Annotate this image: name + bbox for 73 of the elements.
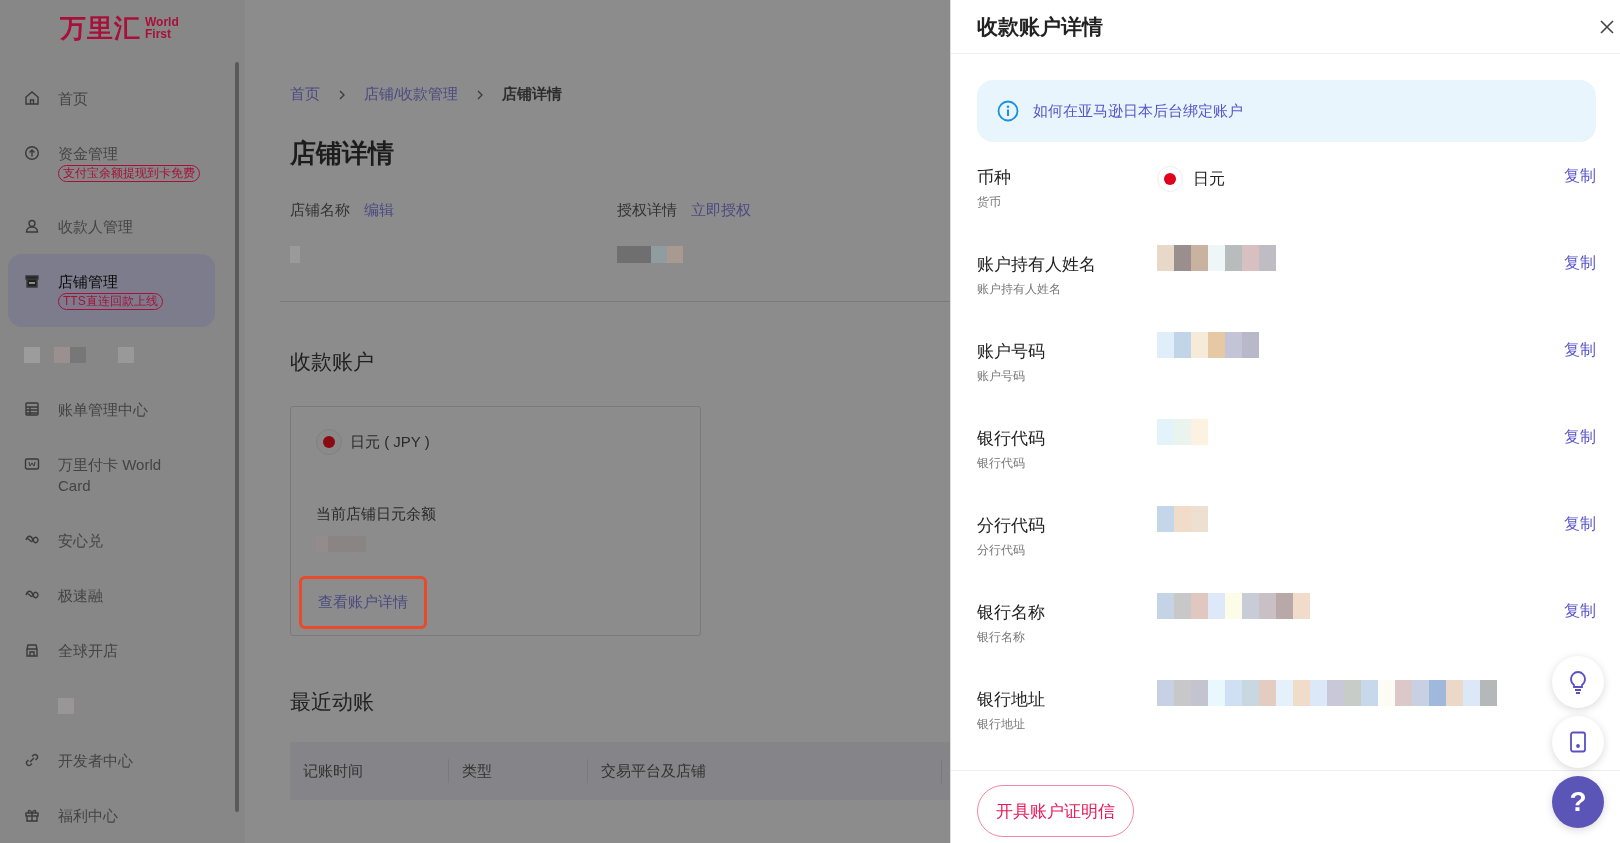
sidebar-item[interactable]: 账单管理中心 bbox=[8, 382, 215, 438]
column-header: 记账时间 bbox=[303, 761, 364, 781]
card-icon bbox=[24, 456, 40, 473]
breadcrumb-link[interactable]: 首页 bbox=[290, 85, 320, 104]
detail-sublabel: 分行代码 bbox=[977, 542, 1026, 559]
detail-label: 银行地址 bbox=[977, 689, 1046, 711]
detail-value: 日元 bbox=[1193, 168, 1225, 189]
copy-link[interactable]: 复制 bbox=[1564, 340, 1596, 361]
field-label: 店铺名称 bbox=[290, 201, 350, 220]
detail-label: 账户持有人姓名 bbox=[977, 254, 1097, 276]
section-title: 最近动账 bbox=[290, 689, 374, 715]
column-header: 类型 bbox=[462, 761, 493, 781]
tablet-icon bbox=[1569, 731, 1587, 753]
sidebar-item[interactable]: 开发者中心 bbox=[8, 733, 215, 788]
chevron-right-icon bbox=[476, 88, 485, 101]
detail-label: 币种 bbox=[977, 167, 1012, 189]
detail-label: 分行代码 bbox=[977, 515, 1046, 537]
redacted-value bbox=[1157, 419, 1208, 445]
copy-link[interactable]: 复制 bbox=[1564, 427, 1596, 448]
gift-icon bbox=[24, 807, 40, 823]
redacted-value bbox=[617, 246, 683, 263]
sidebar-item[interactable]: 万里付卡 World Card bbox=[8, 437, 215, 514]
logo-subtitle: World First bbox=[145, 16, 179, 40]
upload-icon bbox=[24, 145, 40, 162]
logo-text: 万里汇 bbox=[60, 12, 141, 44]
action-link[interactable]: 立即授权 bbox=[691, 201, 751, 220]
detail-sublabel: 账户持有人姓名 bbox=[977, 281, 1062, 298]
copy-link[interactable]: 复制 bbox=[1564, 166, 1596, 187]
section-title: 收款账户 bbox=[290, 349, 374, 375]
detail-sublabel: 银行地址 bbox=[977, 716, 1026, 733]
page-title: 店铺详情 bbox=[290, 137, 395, 170]
store-icon bbox=[24, 273, 40, 290]
sidebar-item[interactable]: 首页 bbox=[8, 71, 215, 127]
detail-sublabel: 银行名称 bbox=[977, 629, 1026, 646]
breadcrumb-current: 店铺详情 bbox=[502, 85, 563, 104]
balance-label: 当前店铺日元余额 bbox=[316, 505, 436, 524]
sidebar-item[interactable]: 店铺管理 TTS直连回款上线 bbox=[8, 254, 215, 328]
sidebar-item[interactable]: 全球开店 bbox=[8, 623, 215, 679]
sidebar-item[interactable]: 福利中心 bbox=[8, 788, 215, 843]
home-icon bbox=[24, 90, 40, 107]
sidebar-item[interactable]: 极速融 bbox=[8, 568, 215, 624]
link-icon bbox=[24, 752, 40, 768]
column-header: 交易平台及店铺 bbox=[601, 761, 707, 781]
lightbulb-icon bbox=[1568, 670, 1588, 694]
help-link[interactable]: 如何在亚马逊日本后台绑定账户 bbox=[1033, 101, 1243, 121]
field-label: 授权详情 bbox=[617, 201, 677, 220]
detail-label: 银行名称 bbox=[977, 602, 1046, 624]
scrollbar[interactable] bbox=[235, 62, 239, 812]
shop-icon bbox=[24, 642, 40, 659]
japan-flag-icon bbox=[316, 429, 342, 455]
view-details-link[interactable]: 查看账户详情 bbox=[299, 576, 427, 629]
action-link[interactable]: 编辑 bbox=[364, 201, 394, 220]
detail-sublabel: 账户号码 bbox=[977, 368, 1026, 385]
detail-label: 账户号码 bbox=[977, 341, 1046, 363]
copy-link[interactable]: 复制 bbox=[1564, 514, 1596, 535]
sidebar-item[interactable]: 收款人管理 bbox=[8, 199, 215, 255]
copy-link[interactable]: 复制 bbox=[1564, 253, 1596, 274]
sidebar-item[interactable]: 资金管理 支付宝余额提现到卡免费 bbox=[8, 126, 215, 200]
copy-link[interactable]: 复制 bbox=[1564, 601, 1596, 622]
user-icon bbox=[24, 218, 40, 235]
detail-sublabel: 银行代码 bbox=[977, 455, 1026, 472]
redacted-value bbox=[1157, 506, 1208, 532]
detail-label: 银行代码 bbox=[977, 428, 1046, 450]
detail-sublabel: 货币 bbox=[977, 194, 1002, 211]
info-icon bbox=[997, 100, 1019, 122]
certificate-button[interactable]: 开具账户证明信 bbox=[977, 785, 1134, 837]
japan-flag-icon bbox=[1157, 166, 1183, 192]
breadcrumb-link[interactable]: 店铺/收款管理 bbox=[364, 85, 459, 104]
list-icon bbox=[24, 401, 40, 418]
currency-label: 日元 ( JPY ) bbox=[350, 432, 430, 452]
drawer-title: 收款账户详情 bbox=[977, 13, 1103, 40]
chevron-right-icon bbox=[338, 88, 346, 101]
sidebar-item[interactable]: 安心兑 bbox=[8, 513, 215, 569]
